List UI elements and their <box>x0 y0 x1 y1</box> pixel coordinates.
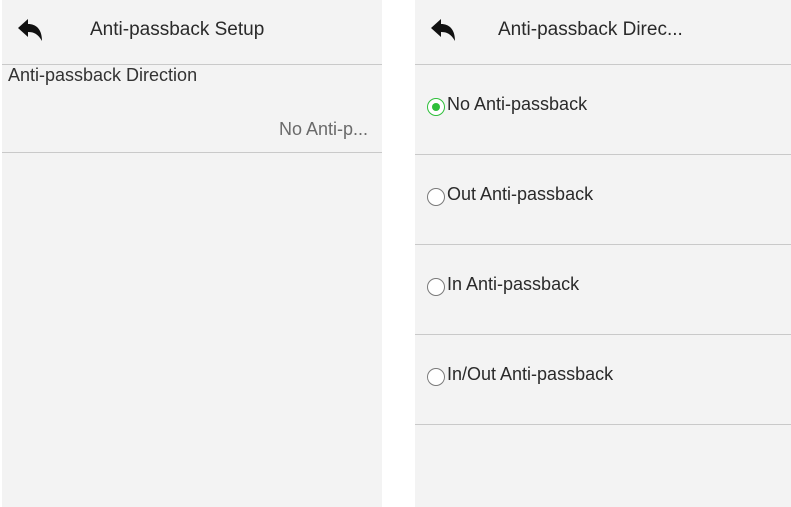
radio-button[interactable] <box>427 368 445 386</box>
option-label: In/Out Anti-passback <box>447 364 614 384</box>
page-title: Anti-passback Setup <box>90 19 265 40</box>
setting-label: Anti-passback Direction <box>8 65 198 85</box>
page-title: Anti-passback Direc... <box>498 19 683 40</box>
radio-button[interactable] <box>427 188 445 206</box>
option-label: Out Anti-passback <box>447 184 594 204</box>
option-label: No Anti-passback <box>447 94 588 114</box>
option-label: In Anti-passback <box>447 274 580 294</box>
back-button[interactable] <box>425 17 459 45</box>
radio-button[interactable] <box>427 278 445 296</box>
option-out-anti-passback[interactable]: Out Anti-passback <box>415 155 791 245</box>
back-button[interactable] <box>12 17 46 45</box>
anti-passback-setup-screen: Anti-passback Setup Anti-passback Direct… <box>2 0 382 507</box>
radio-button-selected[interactable] <box>427 98 445 116</box>
option-in-anti-passback[interactable]: In Anti-passback <box>415 245 791 335</box>
anti-passback-direction-setting[interactable]: Anti-passback Direction No Anti-p... <box>2 65 382 153</box>
back-arrow-icon <box>431 19 455 41</box>
setting-value: No Anti-p... <box>278 119 368 139</box>
back-arrow-icon <box>18 19 42 41</box>
header: Anti-passback Setup <box>2 0 382 65</box>
option-no-anti-passback[interactable]: No Anti-passback <box>415 65 791 155</box>
anti-passback-direction-screen: Anti-passback Direc... No Anti-passback … <box>415 0 791 507</box>
option-in-out-anti-passback[interactable]: In/Out Anti-passback <box>415 335 791 425</box>
header: Anti-passback Direc... <box>415 0 791 65</box>
